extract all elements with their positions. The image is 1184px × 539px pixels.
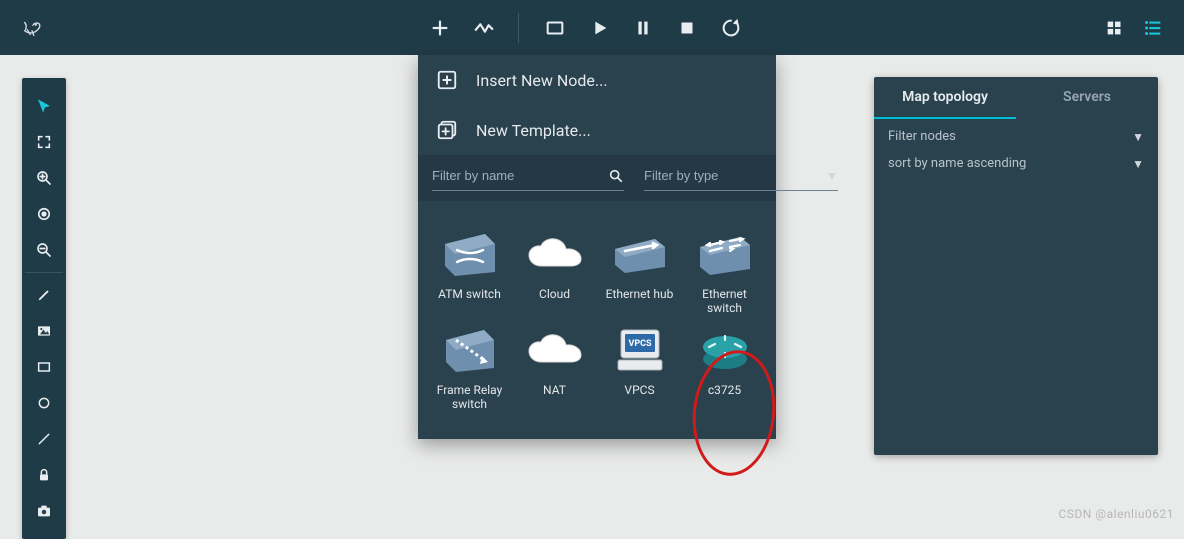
pencil-icon[interactable]: [22, 277, 66, 313]
insert-new-node-item[interactable]: Insert New Node...: [418, 55, 776, 105]
router-icon: [697, 327, 753, 375]
filter-by-type-select[interactable]: [644, 168, 820, 183]
node-label: ATM switch: [438, 287, 501, 301]
cursor-tool[interactable]: [22, 88, 66, 124]
insert-new-node-label: Insert New Node...: [476, 71, 608, 90]
ethernet-switch-icon: [697, 231, 753, 279]
vpcs-icon: VPCS: [612, 327, 668, 375]
pause-button[interactable]: [621, 0, 665, 55]
nat-icon: [527, 327, 583, 375]
app-logo: [0, 0, 64, 55]
left-toolbar: [22, 78, 66, 539]
filter-nodes-label: Filter nodes: [888, 129, 956, 144]
node-frame-relay[interactable]: Frame Relay switch: [430, 327, 509, 411]
node-ethernet-switch[interactable]: Ethernet switch: [685, 231, 764, 315]
node-label: Ethernet hub: [606, 287, 674, 301]
watermark: CSDN @alenliu0621: [1059, 507, 1175, 521]
stop-button[interactable]: [665, 0, 709, 55]
node-nat[interactable]: NAT: [515, 327, 594, 411]
node-vpcs[interactable]: VPCS VPCS: [600, 327, 679, 411]
rectangle-tool-icon[interactable]: [22, 349, 66, 385]
search-icon: [608, 168, 624, 184]
zoom-out-icon[interactable]: [22, 232, 66, 268]
chevron-down-icon: ▼: [1132, 157, 1144, 171]
top-toolbar: [0, 0, 1184, 55]
tab-map-topology[interactable]: Map topology: [874, 77, 1016, 119]
toolbar-center: [418, 0, 753, 55]
chevron-down-icon: ▼: [826, 169, 838, 183]
frame-relay-icon: [442, 327, 498, 375]
filter-by-type-field[interactable]: ▼: [644, 161, 838, 191]
node-c3725[interactable]: c3725: [685, 327, 764, 411]
filter-by-name-field[interactable]: [432, 161, 624, 191]
atm-switch-icon: [442, 231, 498, 279]
cloud-icon: [527, 231, 583, 279]
node-label: Frame Relay switch: [430, 383, 509, 411]
tab-label: Servers: [1063, 89, 1111, 105]
menu-icon[interactable]: [1136, 0, 1170, 55]
filter-by-name-input[interactable]: [432, 168, 608, 183]
node-label: c3725: [708, 383, 741, 397]
ethernet-hub-icon: [612, 231, 668, 279]
sort-label: sort by name ascending: [888, 156, 1026, 171]
grid-view-icon[interactable]: [1098, 0, 1132, 55]
tab-servers[interactable]: Servers: [1016, 77, 1158, 119]
node-template-grid: ATM switch Cloud Ethernet hub Ethernet s…: [418, 201, 776, 439]
node-label: Cloud: [539, 287, 570, 301]
sidebar-separator: [25, 272, 63, 273]
add-button[interactable]: [418, 0, 462, 55]
node-ethernet-hub[interactable]: Ethernet hub: [600, 231, 679, 315]
chevron-down-icon: ▼: [1132, 130, 1144, 144]
node-label: NAT: [543, 383, 566, 397]
circle-tool-icon[interactable]: [22, 385, 66, 421]
image-icon[interactable]: [22, 313, 66, 349]
reload-button[interactable]: [709, 0, 753, 55]
line-tool-icon[interactable]: [22, 421, 66, 457]
filter-nodes-row[interactable]: Filter nodes ▼: [874, 119, 1158, 154]
lock-icon[interactable]: [22, 457, 66, 493]
zoom-in-icon[interactable]: [22, 160, 66, 196]
node-atm-switch[interactable]: ATM switch: [430, 231, 509, 315]
right-panel-tabs: Map topology Servers: [874, 77, 1158, 119]
node-cloud[interactable]: Cloud: [515, 231, 594, 315]
new-template-icon: [436, 119, 458, 141]
sort-row[interactable]: sort by name ascending ▼: [874, 154, 1158, 181]
fit-screen-button[interactable]: [533, 0, 577, 55]
insert-node-icon: [436, 69, 458, 91]
new-template-item[interactable]: New Template...: [418, 105, 776, 155]
toolbar-separator: [518, 13, 519, 43]
new-template-label: New Template...: [476, 121, 591, 140]
svg-text:VPCS: VPCS: [628, 339, 652, 349]
tab-label: Map topology: [902, 89, 988, 105]
camera-icon[interactable]: [22, 493, 66, 529]
target-icon[interactable]: [22, 196, 66, 232]
dropdown-filters: ▼: [418, 155, 776, 201]
add-node-dropdown: Insert New Node... New Template... ▼ ATM…: [418, 55, 776, 439]
fullscreen-icon[interactable]: [22, 124, 66, 160]
toolbar-right: [1098, 0, 1170, 55]
play-button[interactable]: [577, 0, 621, 55]
node-label: Ethernet switch: [685, 287, 764, 315]
activity-icon[interactable]: [462, 0, 506, 55]
right-panel: Map topology Servers Filter nodes ▼ sort…: [874, 77, 1158, 455]
node-label: VPCS: [624, 383, 654, 397]
